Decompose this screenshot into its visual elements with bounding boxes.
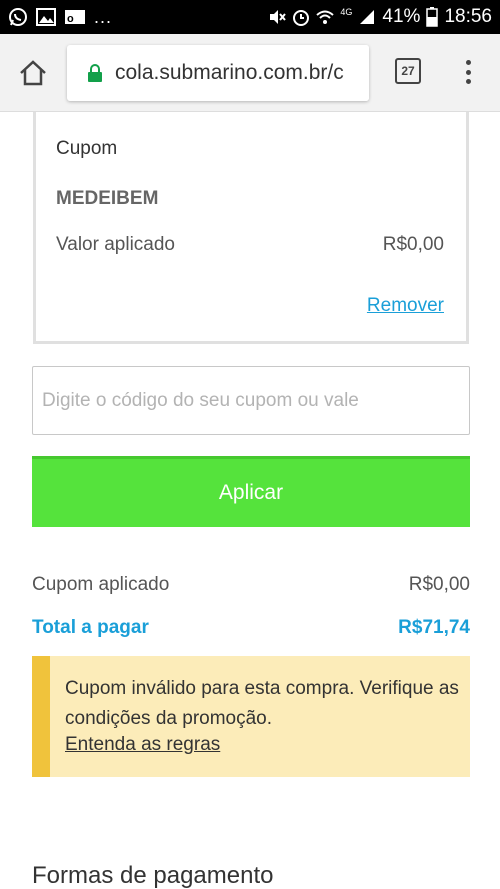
browser-toolbar: cola.submarino.com.br/c 27	[0, 34, 500, 112]
apply-coupon-button[interactable]: Aplicar	[32, 456, 470, 527]
coupon-code: MEDEIBEM	[56, 188, 159, 209]
applied-value-amount: R$0,00	[382, 234, 444, 255]
coupon-applied-label: Cupom aplicado	[32, 574, 170, 595]
coupon-title: Cupom	[56, 138, 118, 159]
url-text: cola.submarino.com.br/c	[115, 61, 344, 84]
menu-dot-icon	[465, 60, 471, 65]
menu-dot-icon	[465, 69, 471, 75]
battery-icon	[426, 7, 439, 27]
home-button[interactable]	[14, 54, 52, 92]
rules-link[interactable]: Entenda as regras	[65, 734, 220, 756]
total-value: R$71,74	[398, 617, 470, 638]
outlook-icon: o	[64, 8, 86, 26]
network-type: 4G	[340, 7, 353, 17]
payment-section-title: Formas de pagamento	[32, 862, 274, 889]
mute-icon	[268, 8, 287, 26]
whatsapp-icon	[8, 7, 28, 27]
menu-dot-icon	[465, 79, 471, 84]
wifi-icon	[316, 8, 335, 26]
clock: 18:56	[444, 6, 492, 27]
address-bar[interactable]: cola.submarino.com.br/c	[67, 45, 369, 101]
tab-count: 27	[401, 64, 415, 78]
coupon-applied-value: R$0,00	[408, 574, 470, 595]
coupon-code-input[interactable]	[32, 366, 470, 435]
total-label: Total a pagar	[32, 617, 149, 638]
home-icon	[20, 60, 46, 86]
status-bar: o ... 4G 41% 18:56	[0, 0, 500, 34]
tab-switcher-button[interactable]: 27	[395, 58, 421, 84]
battery-percent: 41%	[382, 6, 421, 27]
overflow-menu-button[interactable]	[458, 56, 478, 88]
svg-text:o: o	[67, 13, 74, 25]
more-notifications: ...	[94, 6, 113, 27]
invalid-coupon-alert: Cupom inválido para esta compra. Verifiq…	[32, 656, 470, 777]
applied-value-label: Valor aplicado	[56, 234, 176, 255]
lock-icon	[88, 64, 102, 82]
applied-coupon-card: Cupom MEDEIBEM Valor aplicado R$0,00 Rem…	[33, 112, 469, 344]
gallery-icon	[36, 8, 56, 26]
remove-coupon-link[interactable]: Remover	[367, 295, 444, 317]
alert-message: Cupom inválido para esta compra. Verifiq…	[65, 678, 459, 729]
alarm-icon	[292, 8, 310, 26]
signal-icon	[358, 8, 376, 26]
